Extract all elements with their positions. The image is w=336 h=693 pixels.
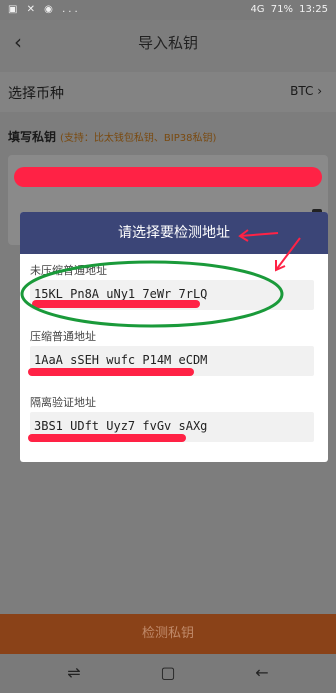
- recent-apps-icon[interactable]: ⇌: [62, 663, 86, 683]
- back-icon[interactable]: ←: [250, 663, 274, 683]
- coin-value: BTC: [290, 84, 314, 98]
- coin-select-value: BTC ›: [290, 84, 322, 98]
- private-key-label: 填写私钥 (支持：比太钱包私钥、BIP38私钥): [8, 128, 216, 145]
- check-private-key-button[interactable]: 检测私钥: [0, 614, 336, 654]
- dialog-title: 请选择要检测地址: [20, 212, 328, 254]
- compressed-address-label: 压缩普通地址: [30, 330, 96, 343]
- navigation-bar: ⇌ ▢ ←: [0, 654, 336, 693]
- signal-icon: 4G: [250, 4, 265, 15]
- segwit-address-label: 隔离验证地址: [30, 396, 96, 409]
- home-icon[interactable]: ▢: [156, 663, 180, 683]
- address-select-dialog: 请选择要检测地址 未压缩普通地址 15KL Pn8A uNy1 7eWr 7rL…: [20, 212, 328, 462]
- redaction-line: [28, 368, 194, 376]
- status-left-icons: ▣ ✕ ◉ ...: [8, 4, 81, 15]
- coin-select-label: 选择币种: [8, 86, 64, 102]
- page-header: ‹ 导入私钥: [0, 20, 336, 64]
- chevron-right-icon: ›: [317, 84, 322, 98]
- segwit-address: 3BS1 UDft Uyz7 fvGv sAXg: [34, 419, 208, 433]
- redaction-line: [28, 434, 186, 442]
- redaction-line: [32, 300, 200, 308]
- page-title: 导入私钥: [137, 34, 198, 52]
- status-bar: ▣ ✕ ◉ ... 4G 71% 13:25: [0, 0, 336, 20]
- private-key-title: 填写私钥: [8, 130, 57, 144]
- compressed-address: 1AaA sSEH wufc P14M eCDM: [34, 353, 208, 367]
- status-right: 4G 71% 13:25: [247, 4, 328, 15]
- battery-percent: 71%: [270, 4, 293, 15]
- redaction-scribble: [14, 167, 322, 187]
- uncompressed-address: 15KL Pn8A uNy1 7eWr 7rLQ: [34, 287, 208, 301]
- coin-select-row[interactable]: 选择币种 BTC ›: [0, 72, 336, 112]
- uncompressed-address-label: 未压缩普通地址: [30, 264, 107, 277]
- clock: 13:25: [299, 4, 328, 15]
- private-key-note: (支持：比太钱包私钥、BIP38私钥): [60, 133, 217, 144]
